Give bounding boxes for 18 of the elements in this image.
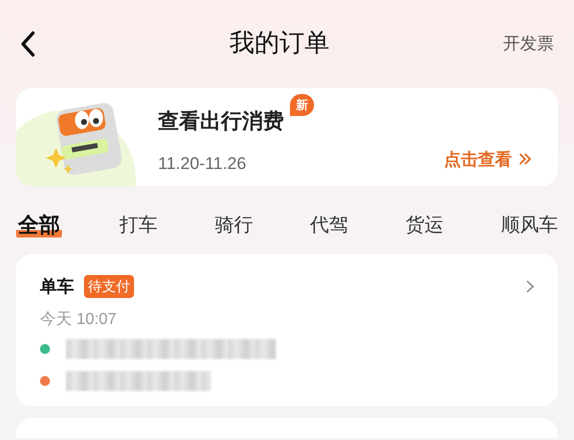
card-title: 查看出行消费: [158, 108, 284, 134]
tab[interactable]: 货运: [406, 212, 444, 240]
tab[interactable]: 打车: [119, 212, 158, 240]
tab[interactable]: 骑行: [214, 212, 253, 240]
new-badge: 新: [290, 94, 314, 116]
chevron-right-icon: [526, 280, 534, 294]
tab[interactable]: 顺风车: [500, 212, 558, 240]
invoice-link[interactable]: 开发票: [503, 31, 554, 57]
page-title: 我的订单: [230, 28, 330, 60]
status-badge: 待支付: [84, 275, 134, 298]
order-time: 今天 10:07: [40, 312, 118, 328]
date-range: 11.20-11.26: [158, 153, 248, 175]
back-icon[interactable]: [20, 31, 36, 57]
order-card[interactable]: 单车 待支付 今天 10:07: [16, 254, 558, 406]
order-type: 单车: [40, 276, 74, 298]
consumption-card[interactable]: 查看出行消费 新 11.20-11.26 点击查看: [16, 88, 558, 186]
double-chevron-icon: [518, 152, 532, 166]
tab[interactable]: 代驾: [310, 212, 348, 240]
